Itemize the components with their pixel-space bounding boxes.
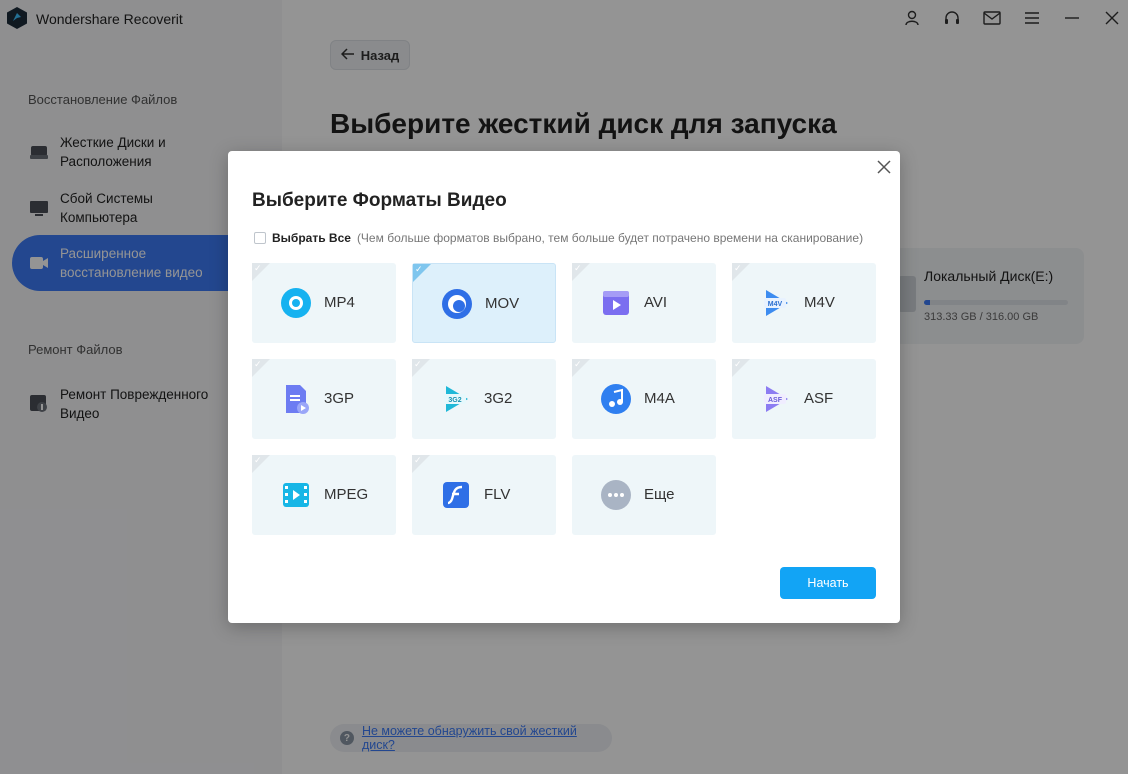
more-icon bbox=[601, 480, 631, 510]
format-tile-mp4[interactable]: ✓ MP4 bbox=[252, 263, 396, 343]
select-all-checkbox[interactable] bbox=[254, 232, 266, 244]
format-label: FLV bbox=[484, 486, 511, 503]
mpeg-icon bbox=[283, 483, 309, 507]
format-tile-mov[interactable]: ✓ MOV bbox=[412, 263, 556, 343]
format-tile-m4a[interactable]: ✓ M4A bbox=[572, 359, 716, 439]
format-tile-3gp[interactable]: ✓ 3GP bbox=[252, 359, 396, 439]
format-tile-m4v[interactable]: ✓ M4V M4V bbox=[732, 263, 876, 343]
format-tile-mpeg[interactable]: ✓ MPEG bbox=[252, 455, 396, 535]
3g2-icon: 3G2 bbox=[444, 386, 468, 412]
mov-icon bbox=[442, 289, 472, 319]
format-tile-avi[interactable]: ✓ AVI bbox=[572, 263, 716, 343]
close-icon[interactable] bbox=[876, 159, 892, 175]
format-tile-more[interactable]: Еще bbox=[572, 455, 716, 535]
3gp-icon bbox=[286, 385, 309, 414]
avi-icon bbox=[603, 291, 629, 315]
format-label: MPEG bbox=[324, 486, 369, 503]
start-button[interactable]: Начать bbox=[780, 567, 876, 599]
format-label: M4V bbox=[804, 294, 835, 311]
format-label: 3GP bbox=[324, 390, 355, 407]
format-label: Еще bbox=[644, 486, 675, 503]
format-tile-flv[interactable]: ✓ FLV bbox=[412, 455, 556, 535]
format-label: AVI bbox=[644, 294, 668, 311]
format-label: MP4 bbox=[324, 294, 355, 311]
video-formats-dialog: Выберите Форматы Видео Выбрать Все (Чем … bbox=[228, 151, 900, 623]
dialog-title: Выберите Форматы Видео bbox=[252, 190, 507, 211]
format-label: 3G2 bbox=[484, 390, 513, 407]
format-label: ASF bbox=[804, 390, 834, 407]
m4a-icon bbox=[601, 384, 631, 414]
m4v-icon: M4V bbox=[764, 290, 788, 316]
select-all-note: (Чем больше форматов выбрано, тем больше… bbox=[356, 231, 864, 245]
svg-text:ASF: ASF bbox=[768, 397, 783, 404]
format-tile-asf[interactable]: ✓ ASF ASF bbox=[732, 359, 876, 439]
format-label: MOV bbox=[485, 295, 520, 312]
flv-icon bbox=[443, 482, 469, 508]
mp4-icon bbox=[281, 288, 311, 318]
format-label: M4A bbox=[644, 390, 675, 407]
svg-text:M4V: M4V bbox=[768, 301, 783, 308]
format-tile-3g2[interactable]: ✓ 3G2 3G2 bbox=[412, 359, 556, 439]
asf-icon: ASF bbox=[764, 386, 788, 412]
select-all-label[interactable]: Выбрать Все bbox=[272, 231, 351, 245]
select-all-row: Выбрать Все (Чем больше форматов выбрано… bbox=[254, 231, 863, 245]
svg-text:3G2: 3G2 bbox=[448, 397, 461, 404]
